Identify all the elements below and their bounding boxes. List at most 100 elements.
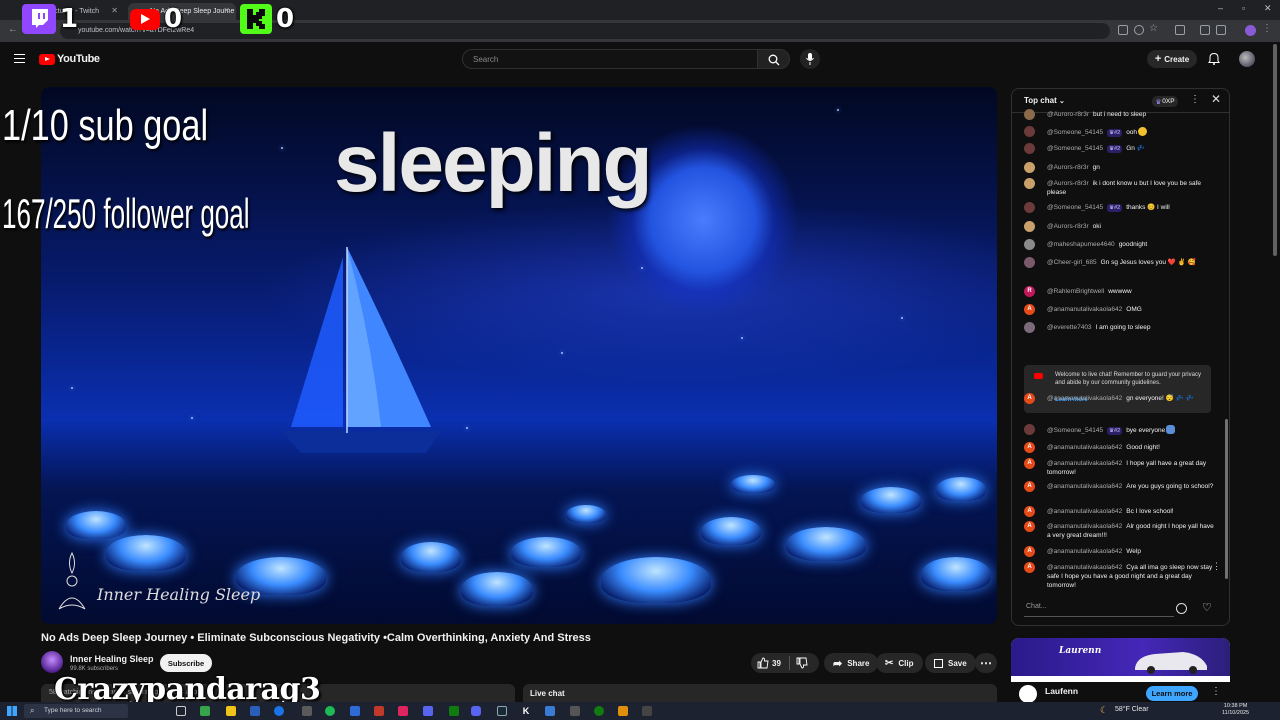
split-view-icon[interactable] [1200, 25, 1210, 35]
discord-icon[interactable] [471, 706, 481, 716]
back-icon[interactable]: ← [8, 24, 18, 35]
app-icon[interactable] [302, 706, 312, 716]
app-icon[interactable] [618, 706, 628, 716]
search-input[interactable]: Search [462, 49, 758, 69]
search-button[interactable] [757, 49, 790, 69]
app-icon[interactable] [570, 706, 580, 716]
app-icon[interactable] [350, 706, 360, 716]
profile-avatar[interactable] [1245, 25, 1256, 36]
spotify-icon[interactable] [325, 706, 335, 716]
ad-banner[interactable]: Laurenn [1011, 638, 1230, 682]
chat-author[interactable]: @maheshapumee4640 [1047, 241, 1115, 248]
chat-avatar[interactable] [1024, 221, 1035, 232]
app-icon[interactable] [374, 706, 384, 716]
channel-name[interactable]: Inner Healing Sleep [70, 654, 154, 664]
message-menu-icon[interactable]: ⋮ [1212, 562, 1221, 571]
chat-avatar[interactable]: A [1024, 562, 1035, 573]
app-icon[interactable] [545, 706, 555, 716]
chat-author[interactable]: @anamanutalivakaola642 [1047, 508, 1122, 515]
save-button[interactable]: Save [925, 653, 976, 673]
ad-learn-more-button[interactable]: Learn more [1146, 686, 1198, 701]
chat-author[interactable]: @anamanutalivakaola642 [1047, 548, 1122, 555]
clip-button[interactable]: ✂ Clip [876, 653, 923, 673]
app-icon[interactable] [200, 706, 210, 716]
chat-avatar[interactable]: A [1024, 458, 1035, 469]
task-view-icon[interactable] [176, 706, 186, 716]
chat-avatar[interactable] [1024, 162, 1035, 173]
chat-author[interactable]: @anamanutalivakaola642 [1047, 444, 1122, 451]
close-tab-icon[interactable]: ✕ [111, 6, 118, 15]
chat-input[interactable]: Chat... [1024, 600, 1174, 617]
bookmark-star-icon[interactable]: ☆ [1149, 23, 1158, 34]
steam-icon[interactable] [497, 706, 507, 716]
chat-author[interactable]: @Cheer-girl_685 [1047, 259, 1097, 266]
chat-avatar[interactable]: A [1024, 546, 1035, 557]
like-button[interactable] [757, 657, 769, 671]
maximize-icon[interactable]: ▫ [1242, 3, 1245, 13]
chat-author[interactable]: @RahlemBrightwell [1047, 288, 1104, 295]
subscribe-button[interactable]: Subscribe [160, 654, 212, 672]
chat-author[interactable]: @anamanutalivakaola642 [1047, 395, 1122, 402]
taskbar-search-input[interactable]: ⌕ Type here to search [24, 704, 128, 718]
xbox-icon[interactable] [594, 706, 604, 716]
emoji-icon[interactable] [1176, 603, 1187, 614]
share-button[interactable]: ➦ Share [824, 653, 879, 673]
chat-author[interactable]: @anamanutalivakaola642 [1047, 306, 1122, 313]
channel-avatar[interactable] [41, 651, 63, 673]
chat-mode-dropdown[interactable]: Top chat ⌄ [1024, 96, 1065, 105]
video-player[interactable]: sleeping Inner Healing Sleep [41, 87, 997, 624]
close-window-icon[interactable]: ✕ [1264, 3, 1272, 14]
weather-text[interactable]: 58°F Clear [1115, 706, 1149, 713]
file-explorer-icon[interactable] [226, 706, 236, 716]
kick-app-icon[interactable]: K [521, 706, 531, 716]
chat-author[interactable]: @anamanutalivakaola642 [1047, 460, 1122, 467]
advertiser-name[interactable]: Laufenn [1045, 686, 1078, 696]
cast-icon[interactable] [1118, 25, 1128, 35]
chat-author[interactable]: @anamanutalivakaola642 [1047, 483, 1122, 490]
chat-avatar[interactable] [1024, 202, 1035, 213]
notifications-bell-icon[interactable] [1208, 52, 1220, 65]
create-button[interactable]: + Create [1147, 50, 1197, 68]
chat-avatar[interactable]: A [1024, 521, 1035, 532]
chat-author[interactable]: @anamanutalivakaola642 [1047, 564, 1122, 571]
chat-author[interactable]: @Auroro-r8r3r [1047, 111, 1089, 118]
chat-avatar[interactable]: A [1024, 393, 1035, 404]
chat-avatar[interactable] [1024, 178, 1035, 189]
extensions-icon[interactable] [1175, 25, 1185, 35]
chat-avatar[interactable]: A [1024, 481, 1035, 492]
minimize-icon[interactable]: – [1218, 3, 1223, 13]
xp-badge[interactable]: ♛ 0XP [1152, 96, 1178, 107]
chat-avatar[interactable]: A [1024, 304, 1035, 315]
chat-author[interactable]: @everette7403 [1047, 324, 1092, 331]
more-actions-button[interactable]: ⋯ [975, 653, 997, 673]
chat-avatar[interactable] [1024, 257, 1035, 268]
chat-avatar[interactable] [1024, 143, 1035, 154]
hamburger-menu-icon[interactable] [14, 54, 25, 63]
page-scrollbar[interactable] [1273, 44, 1277, 256]
chat-author[interactable]: @Someone_54145 [1047, 145, 1103, 152]
close-tab-icon[interactable]: ✕ [223, 6, 230, 15]
youtube-logo[interactable]: YouTube [39, 53, 100, 65]
chat-scrollbar[interactable] [1225, 419, 1228, 579]
app-icon[interactable] [642, 706, 652, 716]
app-icon[interactable] [250, 706, 260, 716]
voice-search-button[interactable] [800, 49, 820, 69]
chat-avatar[interactable] [1024, 109, 1035, 120]
chat-avatar[interactable] [1024, 126, 1035, 137]
browser-menu-icon[interactable]: ⋮ [1262, 23, 1272, 34]
account-avatar[interactable] [1239, 51, 1255, 67]
downloads-icon[interactable] [1216, 25, 1226, 35]
chat-author[interactable]: @Someone_54145 [1047, 204, 1103, 211]
advertiser-logo[interactable] [1019, 685, 1037, 703]
app-icon[interactable] [449, 706, 459, 716]
chat-author[interactable]: @Aurors-r8r3r [1047, 180, 1089, 187]
chat-author[interactable]: @Someone_54145 [1047, 427, 1103, 434]
close-chat-icon[interactable]: ✕ [1211, 92, 1221, 106]
clock[interactable]: 10:38 PM 11/10/2025 [1222, 703, 1249, 717]
windows-start-icon[interactable] [7, 706, 17, 716]
chrome-icon[interactable] [274, 706, 284, 716]
zoom-icon[interactable] [1134, 25, 1144, 35]
chat-avatar[interactable]: A [1024, 442, 1035, 453]
chat-avatar[interactable]: A [1024, 506, 1035, 517]
tiktok-icon[interactable] [398, 706, 408, 716]
